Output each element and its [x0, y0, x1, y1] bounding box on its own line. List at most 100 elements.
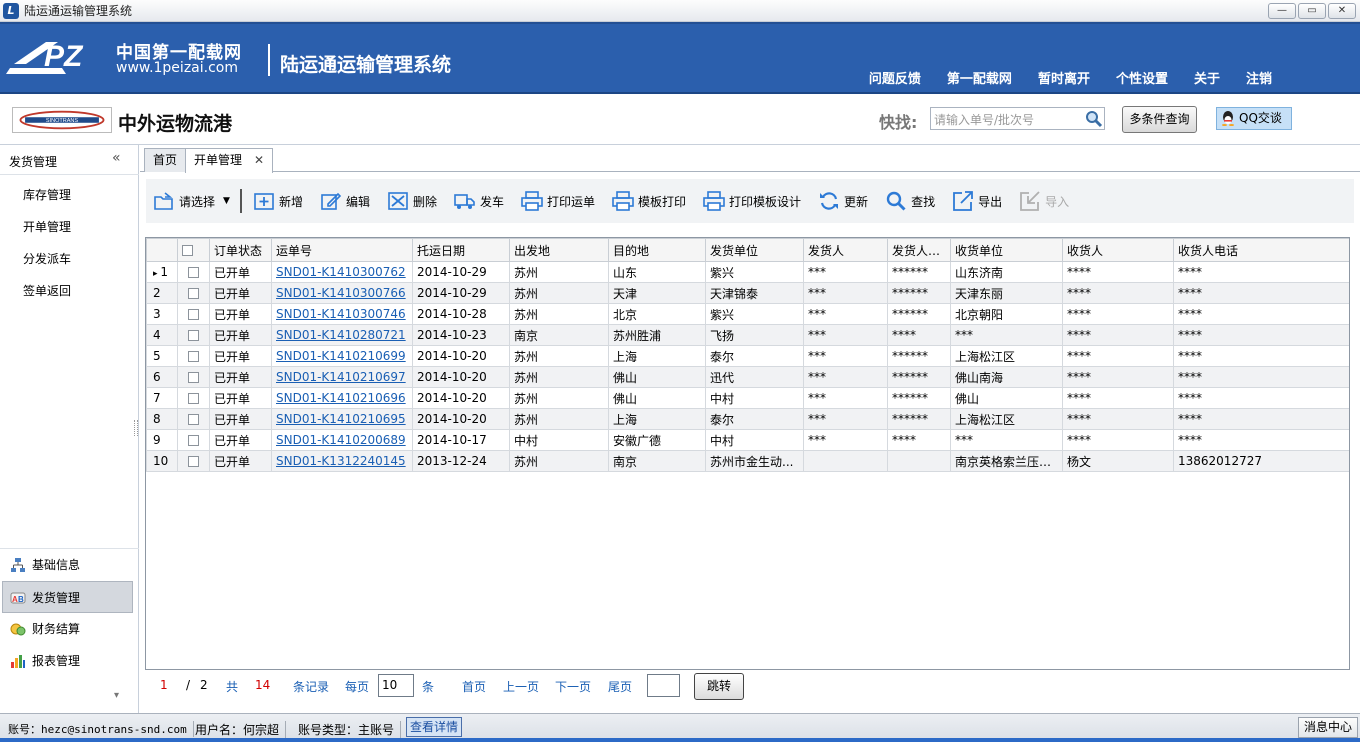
checkbox[interactable] — [182, 245, 193, 256]
select-all-checkbox[interactable] — [177, 238, 210, 262]
search-icon[interactable] — [1085, 110, 1103, 128]
table-row[interactable]: 9 已开单 SND01-K1410200689 2014-10-17 中村 安徽广德 中村 *… — [146, 429, 1349, 451]
column-header[interactable]: 收货单位 — [950, 238, 1063, 262]
row-checkbox[interactable] — [188, 330, 199, 341]
column-header[interactable]: 发货单位 — [705, 238, 804, 262]
nav-logout[interactable]: 注销 — [1246, 68, 1272, 87]
find-button[interactable]: 查找 — [884, 186, 935, 216]
quick-search-input[interactable]: 请输入单号/批次号 — [930, 107, 1105, 130]
row-checkbox-cell[interactable] — [177, 282, 210, 304]
minimize-button[interactable]: — — [1268, 3, 1296, 19]
sidebar-item-dispatch[interactable]: 分发派车 — [23, 250, 71, 267]
view-details-link[interactable]: 查看详情 — [406, 717, 462, 737]
nav-feedback[interactable]: 问题反馈 — [869, 68, 921, 87]
delete-button[interactable]: 删除 — [386, 186, 437, 216]
module-finance[interactable]: 财务结算 — [0, 613, 139, 645]
row-checkbox[interactable] — [188, 267, 199, 278]
row-checkbox-cell[interactable] — [177, 408, 210, 430]
nav-peizai-site[interactable]: 第一配载网 — [947, 68, 1012, 87]
sidebar-splitter-handle[interactable] — [134, 420, 138, 436]
module-delivery[interactable]: A B 发货管理 — [2, 581, 133, 613]
sidebar-item-create-order[interactable]: 开单管理 — [23, 218, 71, 235]
add-button[interactable]: 新增 — [252, 186, 303, 216]
tab-create-order[interactable]: 开单管理 ✕ — [185, 148, 274, 173]
waybill-link[interactable]: SND01-K1410300766 — [276, 286, 406, 300]
waybill-link[interactable]: SND01-K1410300746 — [276, 307, 406, 321]
waybill-link[interactable]: SND01-K1312240145 — [276, 454, 406, 468]
multi-condition-search-button[interactable]: 多条件查询 — [1122, 106, 1197, 133]
table-row[interactable]: 2 已开单 SND01-K1410300766 2014-10-29 苏州 天津 天津锦泰 *… — [146, 282, 1349, 304]
column-header[interactable]: 订单状态 — [209, 238, 272, 262]
column-header[interactable]: 发货人 — [803, 238, 888, 262]
waybill-link[interactable]: SND01-K1410210697 — [276, 370, 406, 384]
waybill-link[interactable]: SND01-K1410210696 — [276, 391, 406, 405]
column-header[interactable]: 发货人电... — [887, 238, 951, 262]
nav-about[interactable]: 关于 — [1194, 68, 1220, 87]
tab-home[interactable]: 首页 — [144, 148, 187, 172]
table-row[interactable]: 10 已开单 SND01-K1312240145 2013-12-24 苏州 南京 苏州市金… — [146, 450, 1349, 472]
module-reports[interactable]: 报表管理 — [0, 645, 139, 677]
row-checkbox[interactable] — [188, 372, 199, 383]
next-page-link[interactable]: 下一页 — [555, 678, 591, 695]
qq-chat-button[interactable]: QQ交谈 — [1216, 107, 1292, 130]
waybill-link[interactable]: SND01-K1410210695 — [276, 412, 406, 426]
row-checkbox-cell[interactable] — [177, 429, 210, 451]
column-header[interactable]: 出发地 — [509, 238, 609, 262]
row-checkbox[interactable] — [188, 435, 199, 446]
collapse-icon[interactable]: « — [112, 150, 121, 166]
waybill-link[interactable]: SND01-K1410280721 — [276, 328, 406, 342]
restore-button[interactable]: ▭ — [1298, 3, 1326, 19]
row-checkbox-cell[interactable] — [177, 387, 210, 409]
template-print-button[interactable]: 模板打印 — [611, 186, 686, 216]
export-button[interactable]: 导出 — [951, 186, 1002, 216]
row-checkbox-cell[interactable] — [177, 261, 210, 283]
row-checkbox-cell[interactable] — [177, 324, 210, 346]
table-row[interactable]: 6 已开单 SND01-K1410210697 2014-10-20 苏州 佛山 迅代 ***… — [146, 366, 1349, 388]
first-page-link[interactable]: 首页 — [462, 678, 486, 695]
table-row[interactable]: ▸ 1 已开单 SND01-K1410300762 2014-10-29 苏州 山东 紫兴 *… — [146, 261, 1349, 283]
table-row[interactable]: 7 已开单 SND01-K1410210696 2014-10-20 苏州 佛山 中村 ***… — [146, 387, 1349, 409]
row-checkbox[interactable] — [188, 414, 199, 425]
table-row[interactable]: 3 已开单 SND01-K1410300746 2014-10-28 苏州 北京 紫兴 ***… — [146, 303, 1349, 325]
row-checkbox-cell[interactable] — [177, 366, 210, 388]
table-row[interactable]: 4 已开单 SND01-K1410280721 2014-10-23 南京 苏州胜浦 飞扬 *… — [146, 324, 1349, 346]
waybill-link[interactable]: SND01-K1410300762 — [276, 265, 406, 279]
sidebar-item-receipt-return[interactable]: 签单返回 — [23, 282, 71, 299]
row-checkbox[interactable] — [188, 351, 199, 362]
print-waybill-button[interactable]: 打印运单 — [520, 186, 595, 216]
select-dropdown[interactable]: 请选择 ▼ — [152, 186, 230, 216]
row-checkbox[interactable] — [188, 456, 199, 467]
column-header[interactable]: 收货人 — [1062, 238, 1174, 262]
row-checkbox-cell[interactable] — [177, 450, 210, 472]
edit-button[interactable]: 编辑 — [319, 186, 370, 216]
goto-page-button[interactable]: 跳转 — [694, 673, 744, 700]
message-center-button[interactable]: 消息中心 — [1298, 717, 1358, 738]
row-checkbox[interactable] — [188, 309, 199, 320]
sidebar-item-inventory[interactable]: 库存管理 — [23, 186, 71, 203]
close-tab-icon[interactable]: ✕ — [254, 153, 264, 167]
row-checkbox-cell[interactable] — [177, 303, 210, 325]
print-template-design-button[interactable]: 打印模板设计 — [702, 186, 801, 216]
row-checkbox[interactable] — [188, 393, 199, 404]
table-row[interactable]: 5 已开单 SND01-K1410210699 2014-10-20 苏州 上海 泰尔 ***… — [146, 345, 1349, 367]
nav-away[interactable]: 暂时离开 — [1038, 68, 1090, 87]
column-header[interactable]: 托运日期 — [412, 238, 510, 262]
close-window-button[interactable]: ✕ — [1328, 3, 1356, 19]
page-size-input[interactable]: 10 — [378, 674, 414, 697]
nav-settings[interactable]: 个性设置 — [1116, 68, 1168, 87]
depart-button[interactable]: 发车 — [453, 186, 504, 216]
module-basic-info[interactable]: 基础信息 — [0, 549, 139, 581]
waybill-link[interactable]: SND01-K1410200689 — [276, 433, 406, 447]
table-row[interactable]: 8 已开单 SND01-K1410210695 2014-10-20 苏州 上海 泰尔 ***… — [146, 408, 1349, 430]
row-checkbox[interactable] — [188, 288, 199, 299]
waybill-link[interactable]: SND01-K1410210699 — [276, 349, 406, 363]
refresh-button[interactable]: 更新 — [817, 186, 868, 216]
column-header[interactable]: 目的地 — [608, 238, 706, 262]
goto-page-input[interactable] — [647, 674, 680, 697]
last-page-link[interactable]: 尾页 — [608, 678, 632, 695]
import-button[interactable]: 导入 — [1018, 186, 1069, 216]
column-header[interactable]: 运单号 — [271, 238, 413, 262]
row-checkbox-cell[interactable] — [177, 345, 210, 367]
column-header[interactable]: 收货人电话 — [1173, 238, 1349, 262]
prev-page-link[interactable]: 上一页 — [503, 678, 539, 695]
